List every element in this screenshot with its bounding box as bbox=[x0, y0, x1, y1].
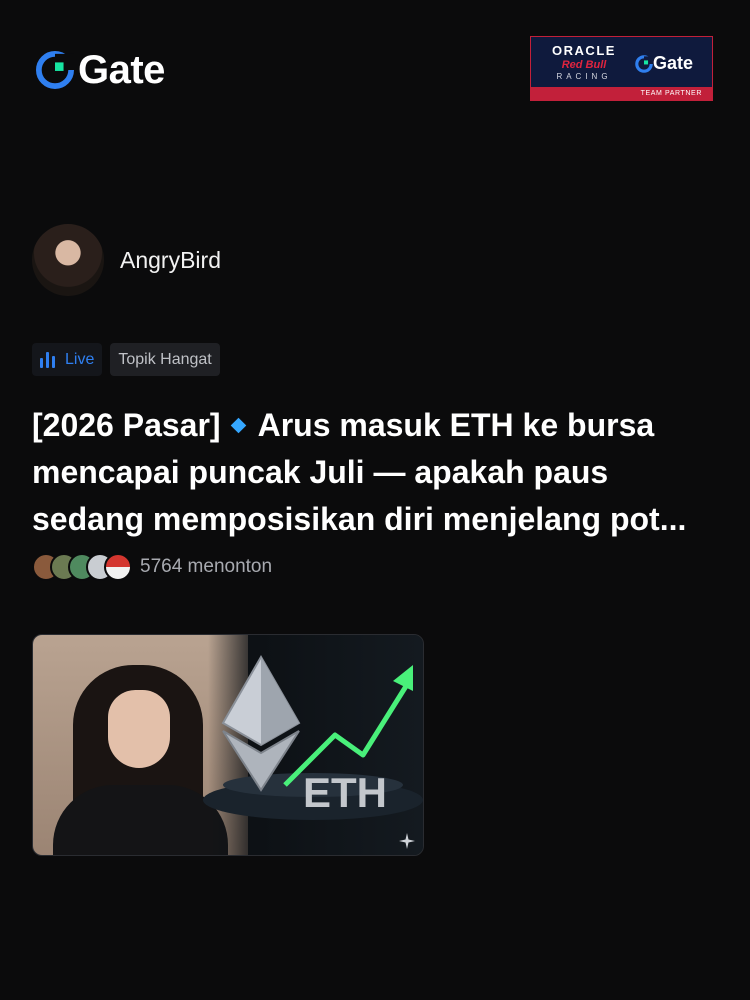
gate-logo[interactable]: Gate bbox=[36, 50, 165, 90]
team-partner-label: TEAM PARTNER bbox=[531, 87, 712, 100]
gate-logo-icon bbox=[36, 51, 74, 89]
eth-graphic-icon: ETH bbox=[203, 654, 423, 820]
tag-row: Live Topik Hangat bbox=[32, 343, 220, 376]
avatar[interactable] bbox=[32, 224, 104, 296]
gate-small-icon bbox=[635, 54, 653, 73]
author-name[interactable]: AngryBird bbox=[120, 247, 221, 274]
live-tag[interactable]: Live bbox=[32, 343, 103, 376]
viewer-avatars bbox=[32, 553, 132, 581]
video-thumbnail[interactable]: ETH bbox=[32, 634, 424, 856]
live-label: Live bbox=[65, 350, 95, 368]
author-row[interactable]: AngryBird bbox=[32, 224, 221, 296]
viewer-count: 5764 menonton bbox=[140, 556, 273, 577]
topic-tag[interactable]: Topik Hangat bbox=[110, 343, 220, 376]
partner-gate-logo: Gate bbox=[635, 53, 693, 74]
partner-gate-text: Gate bbox=[653, 53, 694, 73]
partner-left: ORACLE Red Bull RACING bbox=[539, 43, 629, 81]
title-prefix: [2026 Pasar] bbox=[32, 407, 221, 443]
live-bars-icon bbox=[40, 351, 55, 368]
team-partner-badge[interactable]: ORACLE Red Bull RACING Gate TEAM PARTNER bbox=[530, 36, 713, 101]
partner-oracle-text: ORACLE bbox=[552, 43, 616, 58]
eth-overlay-text: ETH bbox=[303, 769, 387, 816]
post-title[interactable]: [2026 Pasar] Arus masuk ETH ke bursa menc… bbox=[32, 402, 722, 543]
sparkle-icon bbox=[399, 833, 415, 849]
logo-text: Gate bbox=[78, 48, 165, 92]
partner-racing-text: RACING bbox=[556, 72, 612, 81]
viewers-row: 5764 menonton bbox=[32, 553, 272, 581]
viewer-avatar bbox=[104, 553, 132, 581]
diamond-icon bbox=[230, 417, 246, 434]
partner-redbull-text: Red Bull bbox=[561, 59, 607, 71]
